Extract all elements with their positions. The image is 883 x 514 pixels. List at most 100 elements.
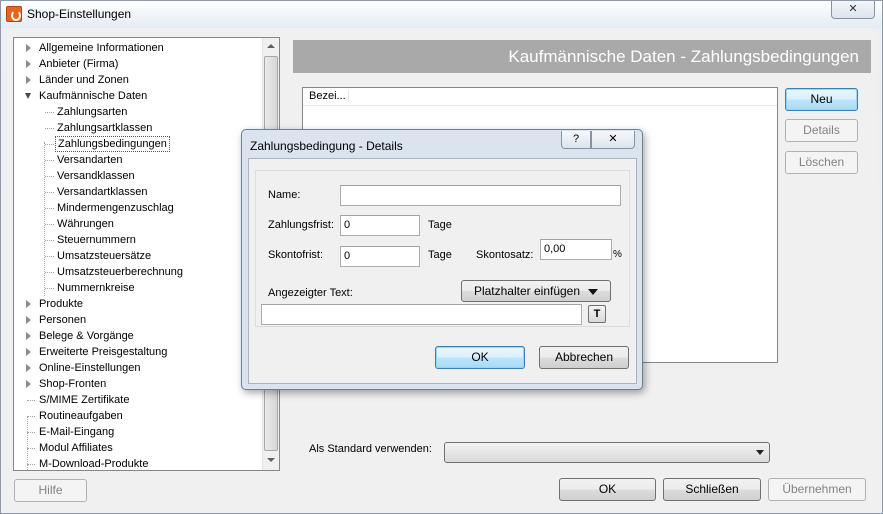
tree-item[interactable]: Zahlungsbedingungen <box>14 136 262 152</box>
discount-rate-field[interactable]: 0,00 <box>540 239 612 260</box>
tree-item-label: Länder und Zonen <box>39 74 129 86</box>
tree-connector-line <box>45 256 54 257</box>
tree-connector-line <box>27 416 28 470</box>
tree-item-label: Zahlungsarten <box>57 106 128 118</box>
insert-placeholder-label: Platzhalter einfügen <box>473 284 581 298</box>
expanded-arrow-icon[interactable] <box>25 93 31 99</box>
scroll-down-icon[interactable] <box>263 452 279 469</box>
dialog-ok-label: OK <box>471 350 489 364</box>
insert-placeholder-button[interactable]: Platzhalter einfügen <box>461 280 611 302</box>
collapsed-arrow-icon[interactable] <box>26 364 31 372</box>
close-button[interactable]: Schließen <box>663 478 761 501</box>
tree-item[interactable]: Mindermengenzuschlag <box>14 200 262 216</box>
tree-item[interactable]: Nummernkreise <box>14 280 262 296</box>
help-icon: ? <box>572 133 580 145</box>
dialog-help-button[interactable]: ? <box>561 131 591 149</box>
dialog-cancel-button[interactable]: Abbrechen <box>539 346 629 369</box>
display-text-label: Angezeigter Text: <box>268 287 353 299</box>
tree-item[interactable]: Erweiterte Preisgestaltung <box>14 344 262 360</box>
dialog-close-button[interactable]: ✕ <box>591 131 635 149</box>
window-close-button[interactable]: ✕ <box>831 1 875 19</box>
tree-item[interactable]: Steuernummern <box>14 232 262 248</box>
column-header-name[interactable]: Bezei... <box>309 90 349 102</box>
tree-item[interactable]: Kaufmännische Daten <box>14 88 262 104</box>
tree-connector-line <box>45 176 54 177</box>
tree-item[interactable]: Online-Einstellungen <box>14 360 262 376</box>
tree-item-label: Versandklassen <box>57 170 135 182</box>
tree-item[interactable]: M-Download-Produkte <box>14 456 262 470</box>
discount-rate-label: Skontosatz: <box>476 249 534 261</box>
tree-item[interactable]: Anbieter (Firma) <box>14 56 262 72</box>
display-text-field[interactable] <box>261 304 582 325</box>
apply-button[interactable]: Übernehmen <box>768 478 866 501</box>
text-format-button[interactable]: T <box>588 305 606 323</box>
tree-item-label: Kaufmännische Daten <box>39 90 148 102</box>
text-format-icon: T <box>593 308 601 320</box>
tree-item-label: Online-Einstellungen <box>39 362 141 374</box>
tree-item[interactable]: Allgemeine Informationen <box>14 40 262 56</box>
details-button[interactable]: Details <box>785 119 858 142</box>
title-bar: Shop-Einstellungen ✕ <box>1 1 882 28</box>
tree-item[interactable]: Länder und Zonen <box>14 72 262 88</box>
tree-connector-line <box>45 272 54 273</box>
tree-item[interactable]: Routineaufgaben <box>14 408 262 424</box>
payment-term-field[interactable]: 0 <box>340 215 420 236</box>
ok-button[interactable]: OK <box>559 478 656 501</box>
collapsed-arrow-icon[interactable] <box>26 380 31 388</box>
dialog-ok-button[interactable]: OK <box>435 346 525 369</box>
tree-item[interactable]: Versandarten <box>14 152 262 168</box>
shop-settings-window: Shop-Einstellungen ✕ Allgemeine Informat… <box>0 0 883 514</box>
close-icon: ✕ <box>608 133 618 145</box>
delete-button[interactable]: Löschen <box>785 151 858 174</box>
app-logo-icon <box>6 6 22 22</box>
tree-item[interactable]: Versandklassen <box>14 168 262 184</box>
tree-item-label: M-Download-Produkte <box>39 458 149 470</box>
dialog-cancel-label: Abbrechen <box>554 350 614 364</box>
name-label: Name: <box>268 189 301 201</box>
collapsed-arrow-icon[interactable] <box>26 316 31 324</box>
tree-item-label: Belege & Vorgänge <box>39 330 134 342</box>
standard-select[interactable] <box>444 442 770 463</box>
discount-rate-unit: % <box>613 249 622 260</box>
tree-item[interactable]: Personen <box>14 312 262 328</box>
collapsed-arrow-icon[interactable] <box>26 348 31 356</box>
tree-item-label: Produkte <box>39 298 84 310</box>
tree-item[interactable]: E-Mail-Eingang <box>14 424 262 440</box>
tree-item[interactable]: Produkte <box>14 296 262 312</box>
tree-connector-line <box>27 432 35 433</box>
tree-item[interactable]: Shop-Fronten <box>14 376 262 392</box>
settings-tree[interactable]: Allgemeine Informationen Anbieter (Firma)… <box>13 37 280 471</box>
tree-connector-line <box>45 128 54 129</box>
tree-item[interactable]: Versandartklassen <box>14 184 262 200</box>
tree-item[interactable]: S/MIME Zertifikate <box>14 392 262 408</box>
tree-item[interactable]: Umsatzsteuersätze <box>14 248 262 264</box>
list-header: Bezei... <box>303 88 777 106</box>
page-title: Kaufmännische Daten - Zahlungsbedingunge… <box>293 40 871 73</box>
payment-term-details-dialog: Zahlungsbedingung - Details ? ✕ Name: Za… <box>241 129 643 390</box>
ok-button-label: OK <box>598 482 617 496</box>
tree-item[interactable]: Belege & Vorgänge <box>14 328 262 344</box>
help-button[interactable]: Hilfe <box>14 479 87 502</box>
tree-connector-line <box>45 112 54 113</box>
dialog-title: Zahlungsbedingung - Details <box>250 139 403 153</box>
collapsed-arrow-icon[interactable] <box>26 60 31 68</box>
collapsed-arrow-icon[interactable] <box>26 332 31 340</box>
collapsed-arrow-icon[interactable] <box>26 44 31 52</box>
tree-item-label: Zahlungsartklassen <box>57 122 153 134</box>
tree-item[interactable]: Modul Affiliates <box>14 440 262 456</box>
help-button-label: Hilfe <box>38 483 63 497</box>
discount-term-field[interactable]: 0 <box>340 246 420 267</box>
tree-item[interactable]: Umsatzsteuerberechnung <box>14 264 262 280</box>
tree-item[interactable]: Zahlungsarten <box>14 104 262 120</box>
delete-button-label: Löschen <box>798 155 845 169</box>
collapsed-arrow-icon[interactable] <box>26 300 31 308</box>
tree-item-label: Routineaufgaben <box>39 410 123 422</box>
tree-item[interactable]: Währungen <box>14 216 262 232</box>
tree-item-label: E-Mail-Eingang <box>39 426 115 438</box>
name-field[interactable] <box>340 185 621 206</box>
scroll-up-icon[interactable] <box>263 38 279 55</box>
tree-item[interactable]: Zahlungsartklassen <box>14 120 262 136</box>
new-button[interactable]: Neu <box>785 88 858 111</box>
collapsed-arrow-icon[interactable] <box>26 76 31 84</box>
dropdown-arrow-icon <box>588 288 599 295</box>
